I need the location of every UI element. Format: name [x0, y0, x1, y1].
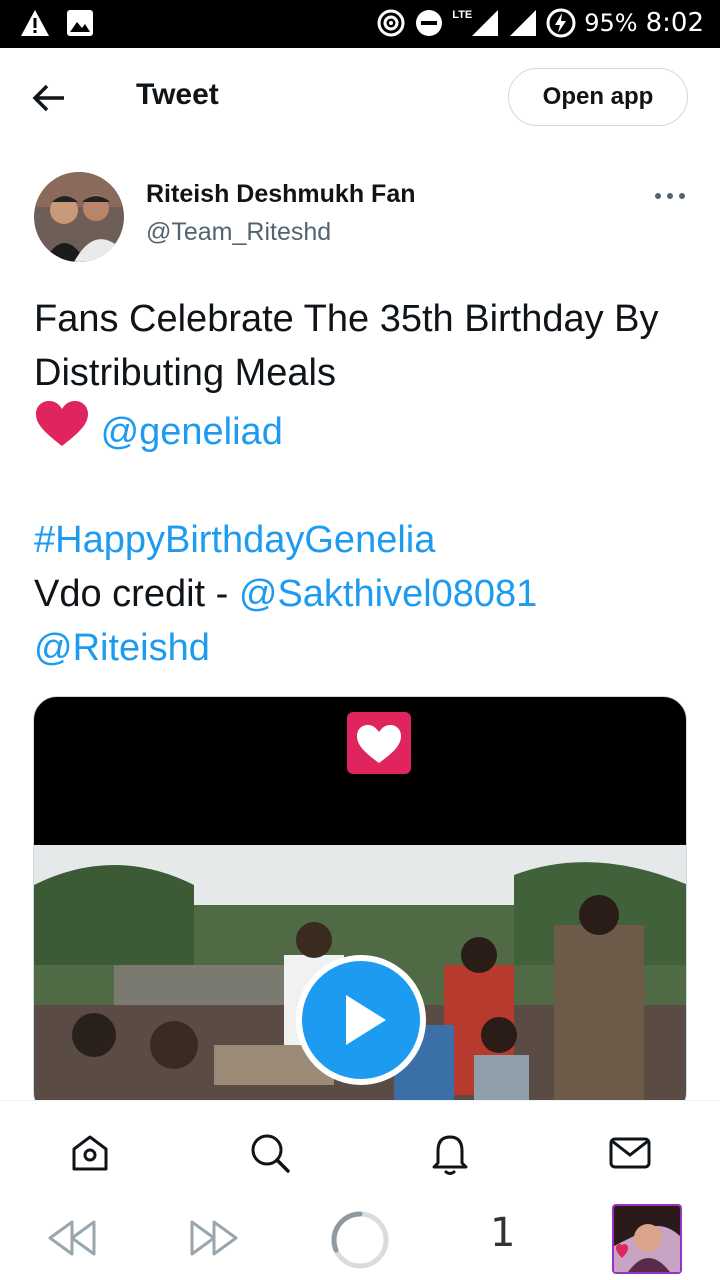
hotspot-icon — [377, 9, 405, 37]
battery-level: 95% — [584, 9, 638, 37]
rewind-icon[interactable] — [44, 1216, 98, 1260]
white-heart-emoji-icon — [347, 712, 411, 774]
image-icon — [67, 10, 93, 36]
battery-charging-icon — [546, 8, 576, 38]
tab-count[interactable]: 1 — [490, 1210, 515, 1256]
notifications-icon[interactable] — [426, 1129, 474, 1177]
play-button[interactable] — [296, 955, 426, 1085]
network-type: LTE — [452, 9, 473, 21]
search-icon[interactable] — [246, 1129, 294, 1177]
mention-link-riteishd[interactable]: @Riteishd — [34, 627, 210, 669]
more-options-icon[interactable] — [652, 182, 688, 210]
page-title: Tweet — [136, 78, 219, 111]
status-bar: LTE 95% 8:02 — [0, 0, 720, 48]
avatar[interactable] — [34, 172, 124, 262]
top-app-bar: Tweet Open app — [0, 48, 720, 148]
tweet-text: Fans Celebrate The 35th Birthday By Dist… — [34, 292, 694, 675]
open-app-button[interactable]: Open app — [508, 68, 688, 126]
loading-spinner-icon[interactable] — [328, 1208, 392, 1272]
clock: 8:02 — [645, 8, 704, 38]
dnd-icon — [416, 10, 443, 36]
browser-toolbar: 1 — [0, 1196, 720, 1280]
signal-icon — [472, 10, 499, 36]
signal-icon-2 — [510, 10, 537, 36]
author-handle[interactable]: @Team_Riteshd — [146, 218, 331, 247]
home-icon[interactable] — [66, 1129, 114, 1177]
mention-link[interactable]: @geneliad — [101, 411, 283, 453]
profile-thumbnail[interactable] — [612, 1204, 682, 1274]
play-icon — [346, 995, 386, 1045]
author-name[interactable]: Riteish Deshmukh Fan — [146, 180, 416, 209]
bottom-navigation — [0, 1100, 720, 1197]
hashtag-link[interactable]: #HappyBirthdayGenelia — [34, 519, 435, 561]
credit-text: Vdo credit - — [34, 573, 239, 615]
fast-forward-icon[interactable] — [188, 1216, 242, 1260]
tweet-body-text: Fans Celebrate The 35th Birthday By Dist… — [34, 298, 659, 394]
red-heart-emoji-icon — [36, 401, 88, 446]
mention-link-credit[interactable]: @Sakthivel08081 — [239, 573, 537, 615]
warning-icon — [21, 10, 49, 36]
messages-icon[interactable] — [606, 1129, 654, 1177]
back-arrow-icon[interactable] — [30, 78, 70, 118]
video-player[interactable] — [33, 696, 687, 1116]
